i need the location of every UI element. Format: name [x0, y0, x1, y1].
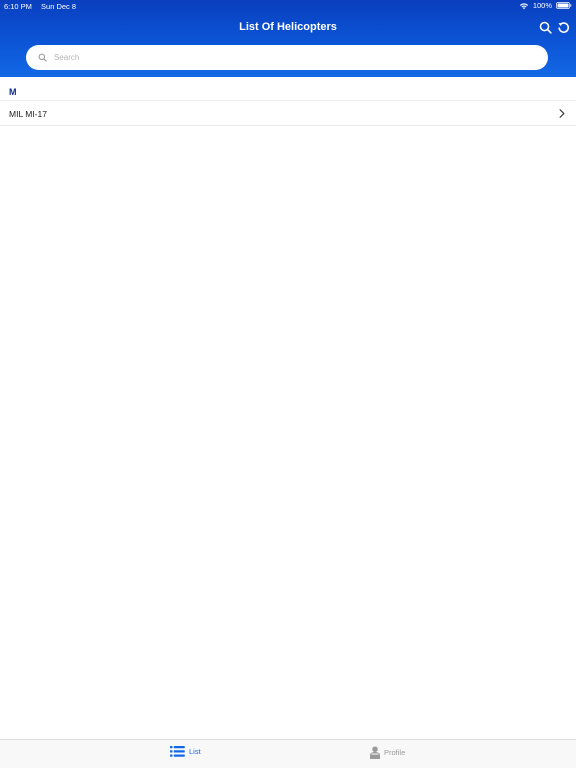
status-time: 6:10 PM [4, 2, 32, 11]
search-button[interactable] [538, 20, 552, 34]
search-icon [539, 21, 552, 34]
search-field-icon [38, 53, 47, 62]
tab-bar: List Profile [0, 739, 576, 768]
page-title: List Of Helicopters [239, 21, 337, 33]
list-item-label: MIL MI-17 [9, 109, 47, 119]
refresh-button[interactable] [556, 20, 570, 34]
status-right: 100% [519, 1, 572, 10]
header: 6:10 PM Sun Dec 8 100% List Of Helicopte… [0, 0, 576, 77]
tab-profile[interactable]: Profile [370, 746, 405, 759]
status-date: Sun Dec 8 [41, 2, 77, 11]
battery-icon [556, 2, 572, 9]
app-screen: 6:10 PM Sun Dec 8 100% List Of Helicopte… [0, 0, 576, 768]
status-left: 6:10 PM Sun Dec 8 [4, 2, 83, 11]
battery-percent: 100% [532, 1, 552, 10]
search-bar[interactable] [26, 45, 548, 70]
tab-list-label: List [189, 747, 201, 756]
search-input[interactable] [52, 52, 536, 63]
list-item[interactable]: MIL MI-17 [0, 102, 576, 126]
wifi-icon [519, 2, 528, 9]
tab-profile-label: Profile [384, 748, 406, 757]
refresh-icon [557, 21, 569, 33]
chevron-right-icon [559, 109, 565, 118]
list-icon [170, 746, 185, 757]
tab-list[interactable]: List [170, 746, 201, 757]
section-header: M [0, 84, 576, 101]
status-bar: 6:10 PM Sun Dec 8 100% [0, 0, 576, 12]
profile-icon [370, 746, 380, 759]
section-title: M [9, 87, 17, 97]
